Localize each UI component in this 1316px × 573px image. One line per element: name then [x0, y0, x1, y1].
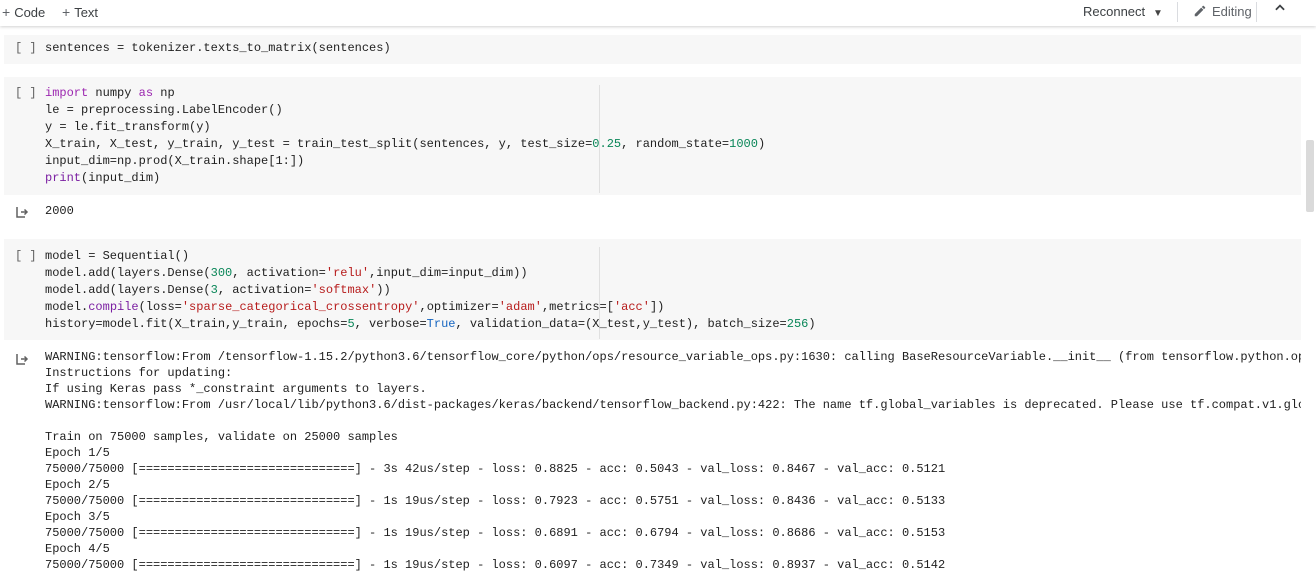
- run-cell-button[interactable]: [ ]: [15, 86, 37, 100]
- code-token: 'relu': [325, 266, 370, 280]
- code-token: 3: [210, 283, 218, 297]
- output-line: 75000/75000 [===========================…: [45, 494, 946, 508]
- cell-output: 2000: [45, 204, 74, 218]
- code-cell[interactable]: [ ] model = Sequential() model.add(layer…: [4, 239, 1301, 340]
- code-token: 'adam': [498, 300, 542, 314]
- code-token: 'softmax': [311, 283, 377, 297]
- code-token: print: [45, 171, 82, 185]
- code-token: 5: [347, 317, 355, 331]
- plus-icon: +: [2, 4, 11, 20]
- editing-label: Editing: [1212, 4, 1252, 19]
- code-token: 'sparse_categorical_crossentropy': [181, 300, 420, 314]
- code-token: 1000: [729, 137, 758, 151]
- output-clear-icon[interactable]: [15, 352, 29, 366]
- add-code-button[interactable]: + Code: [2, 4, 45, 20]
- cell-output: WARNING:tensorflow:From /tensorflow-1.15…: [45, 349, 1301, 573]
- add-code-label: Code: [14, 5, 46, 20]
- output-line: WARNING:tensorflow:From /usr/local/lib/p…: [45, 398, 1301, 412]
- code-token: as: [138, 86, 154, 100]
- code-cell[interactable]: [ ] sentences = tokenizer.texts_to_matri…: [4, 35, 1301, 64]
- code-line: le = preprocessing.LabelEncoder(): [45, 103, 283, 117]
- toolbar-divider: [1177, 2, 1178, 22]
- output-line: Instructions for updating:: [45, 366, 233, 380]
- code-line: model.add(layers.Dense(300, activation='…: [45, 266, 528, 280]
- code-token: 'acc': [613, 300, 650, 314]
- toolbar-divider: [1256, 2, 1257, 22]
- run-cell-button[interactable]: [ ]: [15, 41, 37, 55]
- output-line: 75000/75000 [===========================…: [45, 526, 946, 540]
- code-editor[interactable]: sentences = tokenizer.texts_to_matrix(se…: [45, 40, 391, 57]
- vertical-scrollbar[interactable]: [1306, 140, 1314, 212]
- output-clear-icon[interactable]: [15, 205, 29, 219]
- notebook-toolbar: + Code + Text Reconnect ▼ Editing: [0, 0, 1316, 26]
- code-line: model.compile(loss='sparse_categorical_c…: [45, 300, 665, 314]
- code-line: X_train, X_test, y_train, y_test = train…: [45, 137, 766, 151]
- add-text-label: Text: [74, 5, 99, 20]
- code-token: 0.25: [592, 137, 622, 151]
- collapse-header-button[interactable]: [1268, 1, 1292, 23]
- output-line: 75000/75000 [===========================…: [45, 558, 946, 572]
- chevron-up-icon: [1275, 4, 1285, 11]
- output-line: WARNING:tensorflow:From /tensorflow-1.15…: [45, 350, 1301, 364]
- code-cell[interactable]: [ ] import numpy as np le = preprocessin…: [4, 77, 1301, 195]
- code-line: history=model.fit(X_train,y_train, epoch…: [45, 317, 816, 331]
- code-editor[interactable]: import numpy as np le = preprocessing.La…: [45, 85, 765, 187]
- code-line: input_dim=np.prod(X_train.shape[1:]): [45, 154, 305, 168]
- output-line: Train on 75000 samples, validate on 2500…: [45, 430, 398, 444]
- code-line: model = Sequential(): [45, 249, 190, 263]
- editing-mode-button[interactable]: Editing: [1193, 4, 1252, 20]
- reconnect-button[interactable]: Reconnect: [1083, 4, 1145, 20]
- code-token: 256: [786, 317, 809, 331]
- run-cell-button[interactable]: [ ]: [15, 249, 37, 263]
- code-line: import numpy as np: [45, 86, 175, 100]
- output-line: Epoch 4/5: [45, 542, 110, 556]
- code-token: import: [45, 86, 89, 100]
- output-line: Epoch 1/5: [45, 446, 110, 460]
- code-line: print(input_dim): [45, 171, 161, 185]
- plus-icon: +: [62, 4, 71, 20]
- code-editor[interactable]: model = Sequential() model.add(layers.De…: [45, 248, 816, 333]
- code-token: 300: [210, 266, 233, 280]
- output-line: Epoch 2/5: [45, 478, 110, 492]
- pencil-icon: [1194, 5, 1206, 17]
- output-line: If using Keras pass *_constraint argumen…: [45, 382, 427, 396]
- caret-down-icon[interactable]: ▼: [1153, 6, 1163, 22]
- output-line: 75000/75000 [===========================…: [45, 462, 946, 476]
- code-token: compile: [88, 300, 139, 314]
- output-line: Epoch 3/5: [45, 510, 110, 524]
- code-line: y = le.fit_transform(y): [45, 120, 211, 134]
- add-text-button[interactable]: + Text: [62, 4, 98, 20]
- code-token: True: [426, 317, 456, 331]
- code-line: model.add(layers.Dense(3, activation='so…: [45, 283, 391, 297]
